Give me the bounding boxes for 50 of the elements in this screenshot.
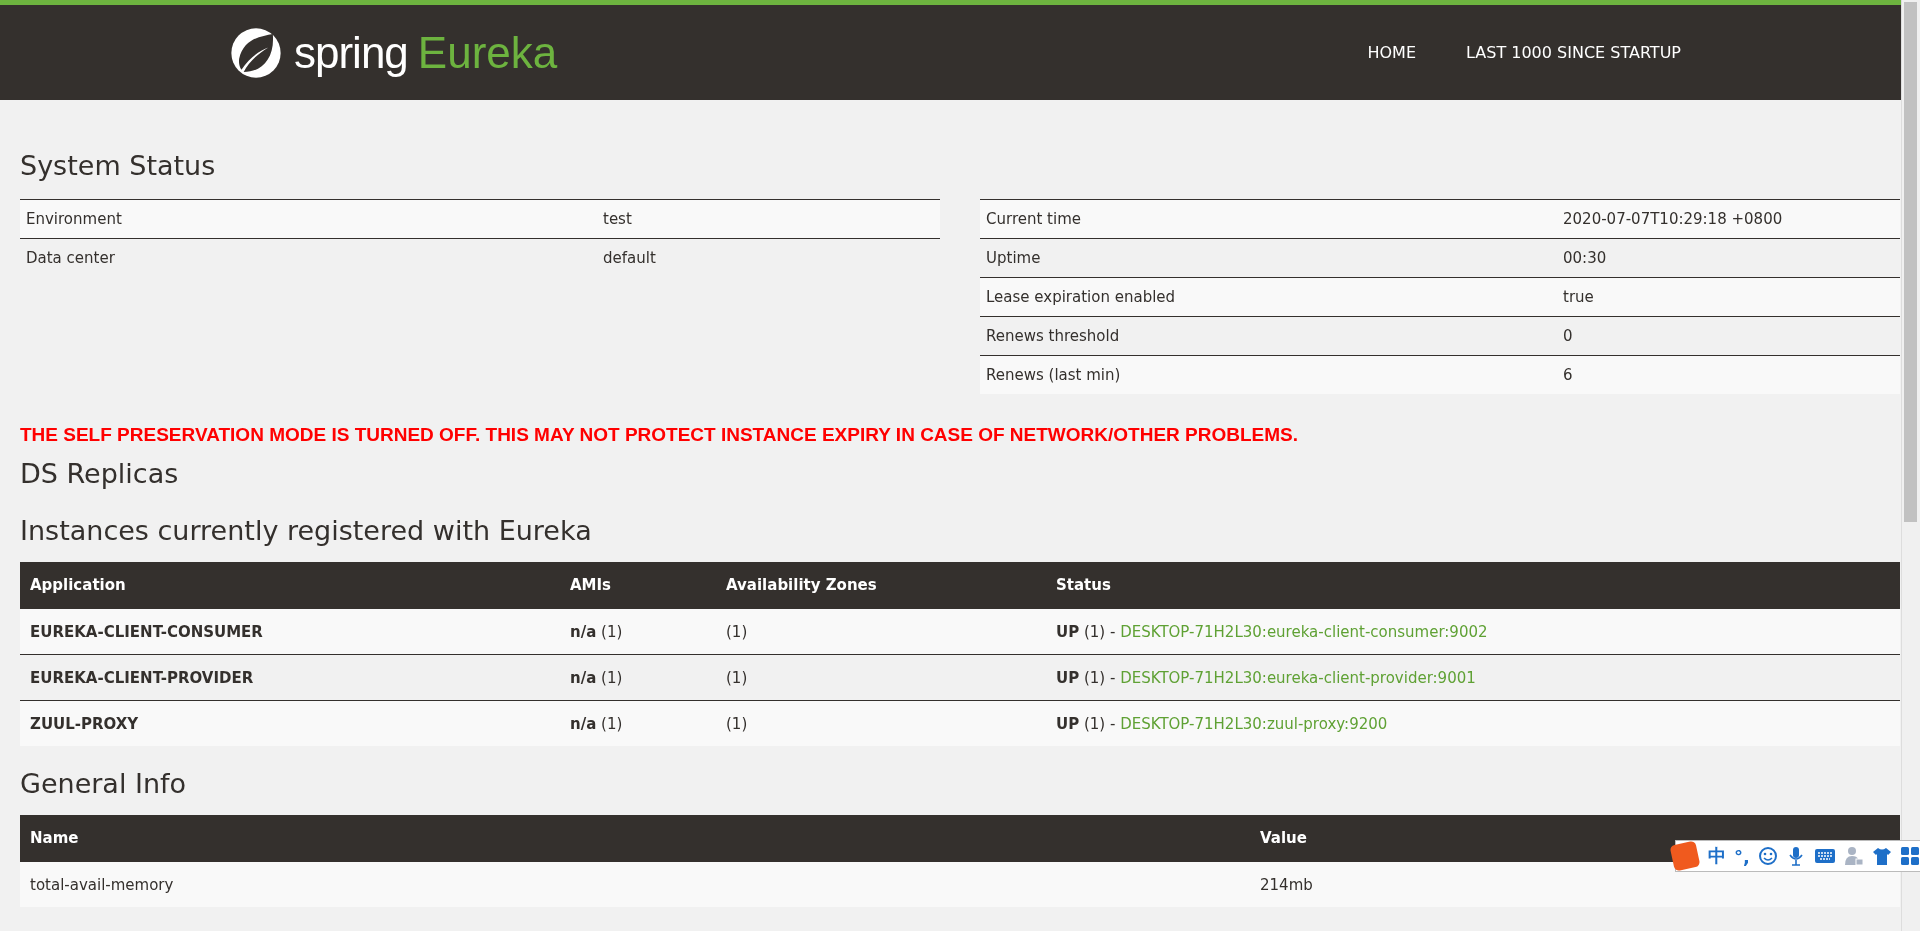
instance-link[interactable]: DESKTOP-71H2L30:eureka-client-consumer:9002 bbox=[1120, 622, 1488, 641]
table-cell: total-avail-memory bbox=[20, 861, 1250, 907]
table-cell: Current time bbox=[980, 199, 1557, 239]
column-header: AMIs bbox=[560, 562, 716, 609]
table-cell: Renews threshold bbox=[980, 316, 1557, 356]
table-cell: n/a (1) bbox=[560, 608, 716, 655]
table-cell: Data center bbox=[20, 238, 597, 277]
column-header: Application bbox=[20, 562, 560, 609]
table-cell: EUREKA-CLIENT-PROVIDER bbox=[20, 654, 560, 701]
product-name: Eureka bbox=[417, 27, 558, 78]
section-title: DS Replicas bbox=[20, 458, 179, 489]
table-cell: Lease expiration enabled bbox=[980, 277, 1557, 317]
column-header: Name bbox=[20, 815, 1250, 862]
instance-link[interactable]: DESKTOP-71H2L30:eureka-client-provider:9001 bbox=[1120, 668, 1476, 687]
keyboard-icon[interactable] bbox=[1813, 847, 1836, 865]
table-cell: (1) bbox=[716, 654, 1046, 701]
table-cell: 6 bbox=[1557, 355, 1900, 394]
scrollbar-thumb[interactable] bbox=[1904, 2, 1917, 522]
table-cell: 2020-07-07T10:29:18 +0800 bbox=[1557, 199, 1900, 239]
table-cell: 00:30 bbox=[1557, 238, 1900, 278]
column-header: Availability Zones bbox=[716, 562, 1046, 609]
warning-message: THE SELF PRESERVATION MODE IS TURNED OFF. THIS MAY NOT PROTECT INSTANCE EXPIRY IN CASE OF NETWORK/OTHER PROBLEMS. bbox=[20, 424, 1299, 446]
table-cell: n/a (1) bbox=[560, 700, 716, 746]
scrollbar[interactable] bbox=[1901, 0, 1920, 931]
column-header: Status bbox=[1046, 562, 1900, 609]
grid-icon[interactable] bbox=[1899, 846, 1920, 866]
table-cell: default bbox=[597, 238, 940, 277]
table-cell: (1) bbox=[716, 608, 1046, 655]
table-cell: (1) bbox=[716, 700, 1046, 746]
section-title: General Info bbox=[20, 768, 187, 799]
table-cell: Renews (last min) bbox=[980, 355, 1557, 394]
table-cell: Uptime bbox=[980, 238, 1557, 278]
section-title: System Status bbox=[20, 150, 216, 181]
table-cell: Environment bbox=[20, 199, 597, 239]
instance-link[interactable]: DESKTOP-71H2L30:zuul-proxy:9200 bbox=[1120, 714, 1388, 733]
table-cell: 0 bbox=[1557, 316, 1900, 356]
nav-link[interactable]: LAST 1000 SINCE STARTUP bbox=[1466, 43, 1681, 62]
smiley-icon[interactable] bbox=[1757, 846, 1778, 866]
brand-name: spring bbox=[294, 27, 408, 78]
table-cell: ZUUL-PROXY bbox=[20, 700, 560, 746]
shirt-icon[interactable] bbox=[1871, 846, 1892, 866]
status-text: UP (1) - bbox=[1056, 622, 1117, 641]
table-cell: n/a (1) bbox=[560, 654, 716, 701]
table-cell: test bbox=[597, 199, 940, 239]
table-cell: EUREKA-CLIENT-CONSUMER bbox=[20, 608, 560, 655]
table-cell: true bbox=[1557, 277, 1900, 317]
section-title: Instances currently registered with Eureka bbox=[20, 515, 592, 546]
nav-link[interactable]: HOME bbox=[1367, 43, 1416, 62]
status-text: UP (1) - bbox=[1056, 668, 1117, 687]
status-text: UP (1) - bbox=[1056, 714, 1117, 733]
